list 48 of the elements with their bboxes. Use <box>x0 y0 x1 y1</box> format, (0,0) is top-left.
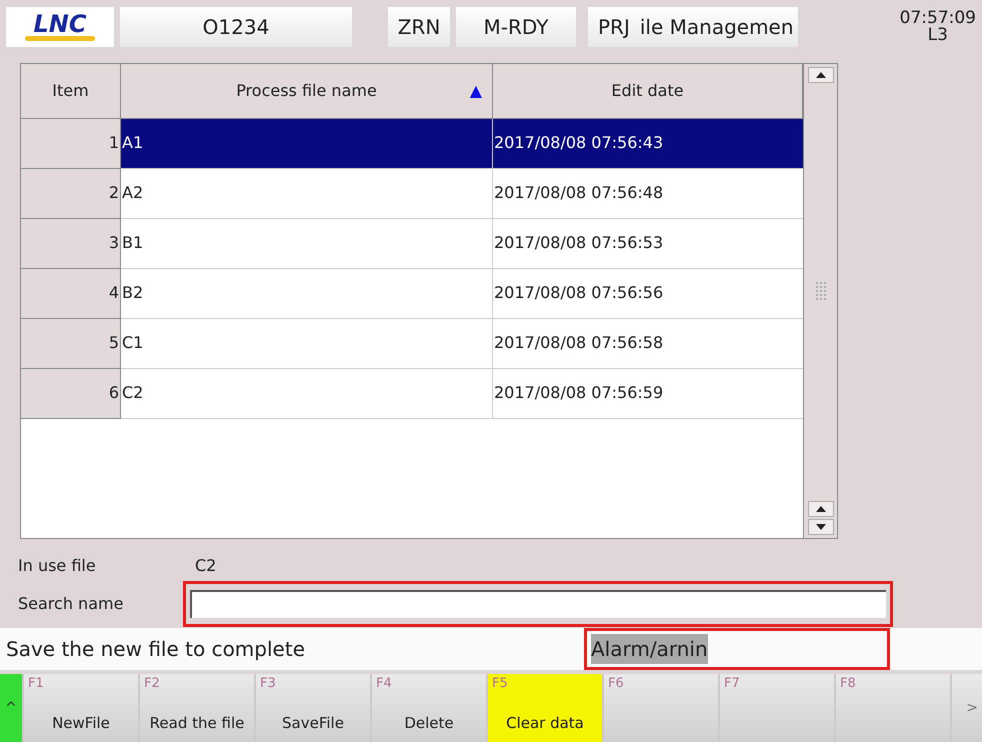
file-name-cell: A2 <box>121 168 493 219</box>
alarm-message: Alarm/arnin <box>591 634 708 664</box>
function-key[interactable]: F2 Read the file <box>140 674 254 742</box>
mode-label: ZRN <box>388 6 450 47</box>
scroll-down-button[interactable] <box>808 519 834 536</box>
scroll-up-button[interactable] <box>808 501 834 518</box>
file-name-cell: B1 <box>121 218 493 269</box>
up-arrow-icon <box>816 72 826 78</box>
section-label: PRJ <box>597 14 631 41</box>
grip-icon <box>816 282 826 302</box>
in-use-label: In use file <box>18 555 97 578</box>
function-key[interactable]: F1 NewFile <box>24 674 138 742</box>
edit-date-cell: 2017/08/08 07:56:43 <box>493 118 803 169</box>
table-row[interactable]: 3 B1 2017/08/08 07:56:53 <box>21 218 803 269</box>
search-field[interactable] <box>190 590 886 618</box>
file-name-cell: B2 <box>121 268 493 319</box>
table-row[interactable]: 2 A2 2017/08/08 07:56:48 <box>21 168 803 219</box>
down-arrow-icon <box>816 524 826 530</box>
scrollbar[interactable] <box>803 64 837 538</box>
clock: 07:57:09 <box>900 10 976 27</box>
file-name-cell: A1 <box>121 118 493 169</box>
item-number: 3 <box>21 218 121 269</box>
item-number: 1 <box>21 118 121 169</box>
sort-indicator: ▲ <box>470 80 482 102</box>
table-row[interactable]: 5 C1 2017/08/08 07:56:58 <box>21 318 803 369</box>
left-key[interactable]: ^ <box>0 674 22 742</box>
level-label: L3 <box>928 26 948 44</box>
search-label: Search name <box>18 593 124 616</box>
file-name-cell: C2 <box>121 368 493 419</box>
table-row[interactable]: 1 A1 2017/08/08 07:56:43 <box>21 118 803 169</box>
item-number: 5 <box>21 318 121 369</box>
file-name-cell: C1 <box>121 318 493 369</box>
table-row[interactable]: 6 C2 2017/08/08 07:56:59 <box>21 368 803 419</box>
program-number: O1234 <box>120 6 352 47</box>
item-number: 4 <box>21 268 121 319</box>
page-title: ile Managemen <box>640 14 795 41</box>
item-number: 2 <box>21 168 121 219</box>
status-label: M-RDY <box>456 6 576 47</box>
logo: LNC <box>6 6 114 47</box>
scroll-up-button[interactable] <box>808 66 834 83</box>
table-row[interactable]: 4 B2 2017/08/08 07:56:56 <box>21 268 803 319</box>
in-use-value: C2 <box>195 555 216 578</box>
function-key[interactable]: F5 Clear data <box>488 674 602 742</box>
up-arrow-icon <box>816 506 826 512</box>
function-key[interactable]: F4 Delete <box>372 674 486 742</box>
function-key[interactable]: F3 SaveFile <box>256 674 370 742</box>
item-number: 6 <box>21 368 121 419</box>
status-message: Save the new file to complete <box>5 636 306 664</box>
